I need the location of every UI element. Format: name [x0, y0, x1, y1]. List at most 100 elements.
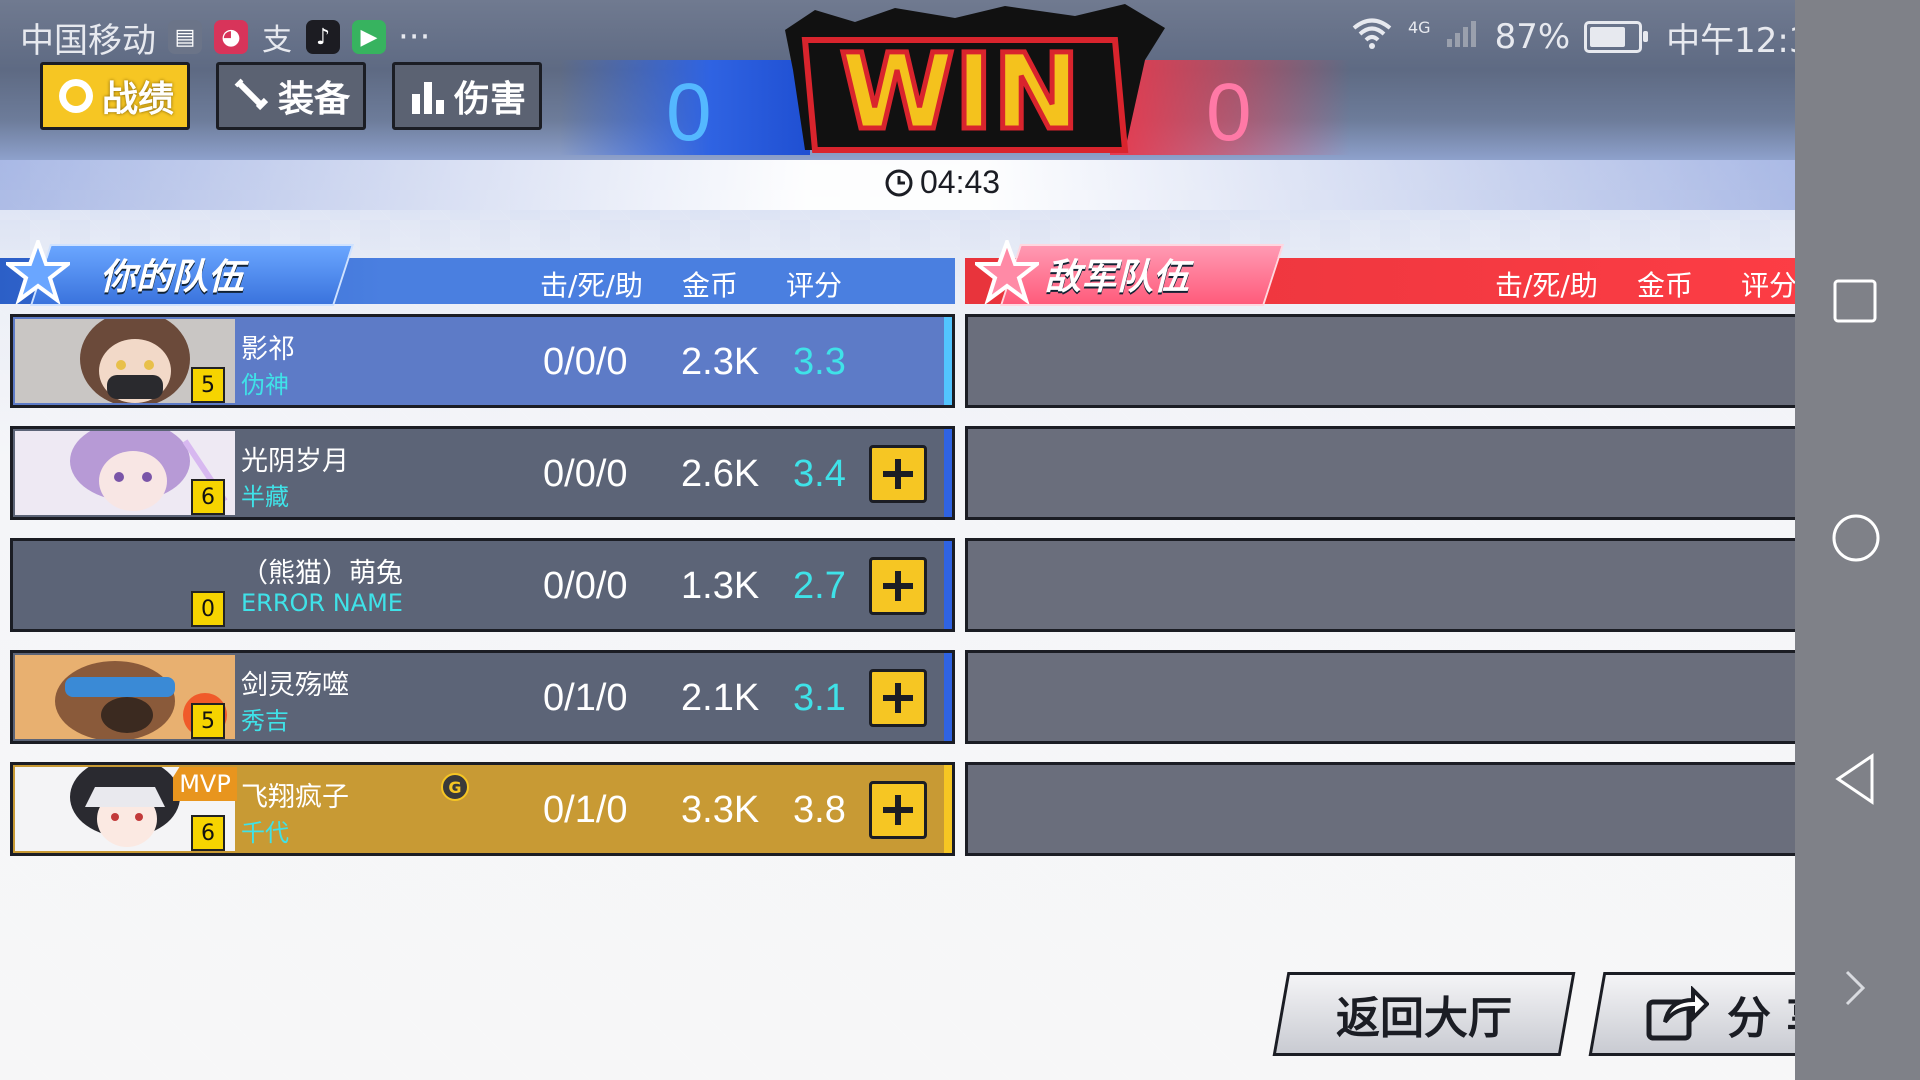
- timer-value: 04:43: [920, 164, 1001, 200]
- enemy-row: [965, 650, 1910, 744]
- target-icon: [56, 76, 96, 116]
- plus-icon: [883, 571, 913, 601]
- gold-value: 2.1K: [681, 677, 760, 719]
- win-text: WIN: [840, 31, 1080, 153]
- back-icon[interactable]: [1830, 752, 1880, 806]
- plus-icon: [883, 683, 913, 713]
- match-timer: 04:43: [884, 164, 1000, 201]
- row-accent: [944, 653, 952, 741]
- level-badge: 6: [191, 479, 225, 515]
- player-name: 剑灵殇噬: [241, 670, 349, 701]
- battery-percent: 87%: [1494, 17, 1571, 57]
- status-bar-right: 4G 87% 中午12:35: [1350, 8, 1832, 66]
- kda-value: 0/0/0: [543, 453, 628, 495]
- star-icon: [6, 240, 70, 304]
- hero-name: 半藏: [241, 483, 289, 511]
- battery-fill: [1590, 27, 1626, 47]
- player-name: （熊猫）萌兔: [241, 558, 403, 589]
- hero-name: 千代: [241, 819, 289, 847]
- level-badge: 5: [191, 367, 225, 403]
- tab-equipment[interactable]: 装备: [216, 62, 366, 130]
- swords-icon: [232, 76, 272, 116]
- hero-name: 秀吉: [241, 707, 289, 735]
- rating-value: 3.1: [793, 677, 846, 719]
- level-badge: 0: [191, 591, 225, 627]
- carrier-label: 中国移动: [20, 20, 156, 61]
- player-name: 光阴岁月: [241, 446, 349, 477]
- col-rating: 评分: [786, 269, 843, 302]
- col-kda: 击/死/助: [540, 269, 643, 302]
- col-gold: 金币: [1637, 269, 1694, 302]
- player-name: 影祁: [241, 334, 295, 365]
- player-row[interactable]: 0 （熊猫）萌兔 ERROR NAME 0/0/0 1.3K 2.7: [10, 538, 955, 632]
- tab-label: 战绩: [101, 79, 174, 120]
- kda-value: 0/1/0: [543, 789, 628, 831]
- mvp-badge: MVP: [173, 767, 237, 801]
- gold-value: 1.3K: [681, 565, 760, 607]
- blue-score: 0: [666, 67, 712, 158]
- enemy-team-header: 敌军队伍 击/死/助 金币 评分: [965, 240, 1910, 306]
- enemy-row: [965, 538, 1910, 632]
- home-icon[interactable]: [1830, 512, 1882, 564]
- add-friend-button[interactable]: [869, 445, 927, 503]
- player-row[interactable]: 5 剑灵殇噬 秀吉 0/1/0 2.1K 3.1: [10, 650, 955, 744]
- gold-value: 2.3K: [681, 341, 760, 383]
- red-score: 0: [1206, 67, 1252, 158]
- level-badge: 5: [191, 703, 225, 739]
- tab-record[interactable]: 战绩: [40, 62, 190, 130]
- share-icon: [1646, 986, 1710, 1041]
- gold-value: 2.6K: [681, 453, 760, 495]
- row-accent: [944, 541, 952, 629]
- col-kda: 击/死/助: [1495, 269, 1598, 302]
- plus-icon: [883, 459, 913, 489]
- sim-icon: ▤: [168, 20, 202, 54]
- clock-icon: [885, 169, 913, 196]
- enemy-team-name: 敌军队伍: [1045, 257, 1190, 298]
- gold-value: 3.3K: [681, 789, 760, 831]
- kda-value: 0/0/0: [543, 341, 628, 383]
- kda-value: 0/0/0: [543, 565, 628, 607]
- player-row[interactable]: 5 影祁 伪神 0/0/0 2.3K 3.3: [10, 314, 955, 408]
- navigation-bar: [1795, 0, 1920, 1080]
- bar-chart-icon: [408, 76, 448, 116]
- hero-name: ERROR NAME: [241, 589, 403, 617]
- row-accent: [944, 317, 952, 405]
- rating-value: 2.7: [793, 565, 846, 607]
- signal-icon: [1445, 17, 1481, 58]
- level-badge: 6: [191, 815, 225, 851]
- win-logo: WIN: [785, 4, 1165, 156]
- return-lobby-label: 返回大厅: [1336, 993, 1512, 1044]
- enemy-row: [965, 426, 1910, 520]
- wifi-icon: [1350, 15, 1394, 60]
- battery-icon: [1584, 21, 1649, 53]
- recent-apps-icon[interactable]: [1830, 276, 1880, 326]
- app-icon: ◕: [214, 20, 248, 54]
- return-lobby-button[interactable]: 返回大厅: [1272, 972, 1576, 1056]
- chevron-right-icon[interactable]: [1843, 968, 1867, 1008]
- plus-icon: [883, 795, 913, 825]
- tab-label: 装备: [277, 79, 350, 120]
- tab-damage[interactable]: 伤害: [392, 62, 542, 130]
- ally-team-header: 你的队伍 击/死/助 金币 评分: [0, 240, 955, 306]
- player-row[interactable]: 6 光阴岁月 半藏 0/0/0 2.6K 3.4: [10, 426, 955, 520]
- enemy-row: [965, 762, 1910, 856]
- col-gold: 金币: [682, 269, 739, 302]
- g-badge: G: [441, 773, 469, 801]
- rating-value: 3.3: [793, 341, 846, 383]
- add-friend-button[interactable]: [869, 781, 927, 839]
- video-icon: ▶: [352, 20, 386, 54]
- more-indicator: ···: [398, 17, 431, 57]
- player-row-mvp[interactable]: MVP 6 飞翔疯子 G 千代 0/1/0 3.3K 3.8: [10, 762, 955, 856]
- tab-label: 伤害: [453, 79, 526, 120]
- add-friend-button[interactable]: [869, 669, 927, 727]
- alipay-icon: 支: [262, 23, 292, 58]
- player-name: 飞翔疯子: [241, 782, 349, 813]
- tiktok-icon: ♪: [306, 20, 340, 54]
- rating-value: 3.8: [793, 789, 846, 831]
- row-accent: [944, 429, 952, 517]
- status-bar-left: 中国移动 ▤ ◕ 支 ♪ ▶ ···: [20, 8, 430, 66]
- col-rating: 评分: [1741, 269, 1798, 302]
- kda-value: 0/1/0: [543, 677, 628, 719]
- add-friend-button[interactable]: [869, 557, 927, 615]
- enemy-row: [965, 314, 1910, 408]
